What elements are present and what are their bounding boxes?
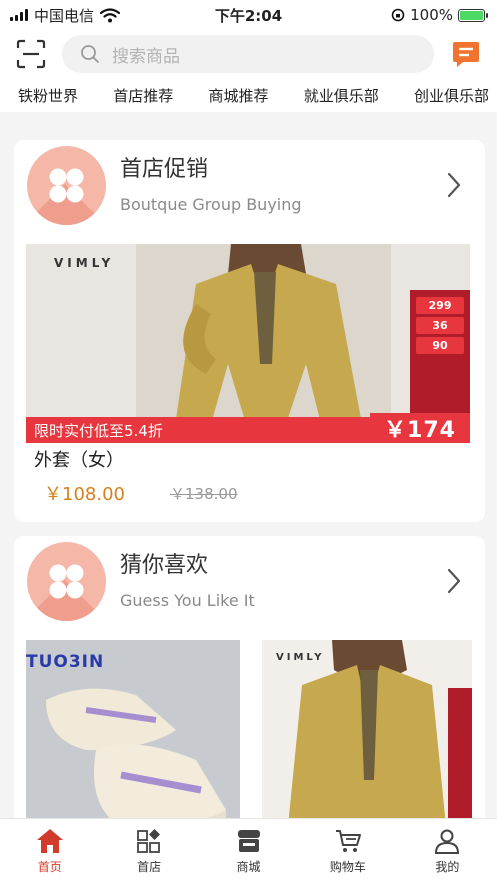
status-left: 中国电信 [10, 5, 170, 26]
tab-fans-world[interactable]: 铁粉世界 [18, 85, 78, 106]
profile-icon [435, 829, 460, 854]
promo-banner-image[interactable]: VIMLY 299 36 90 限时实付低至5.4折 ￥174 [26, 244, 470, 443]
recommend-item-sneakers[interactable]: TUO3IN [26, 640, 240, 836]
nav-store[interactable]: 首店 [99, 819, 198, 883]
category-tabs: 铁粉世界 首店推荐 商城推荐 就业俱乐部 创业俱乐部 [0, 78, 497, 112]
banner-price-panel: 299 36 90 [410, 290, 470, 420]
message-button[interactable] [434, 30, 497, 78]
nav-label: 我的 [435, 860, 460, 874]
banner-tag: 299 [416, 297, 464, 314]
app-screen: 中国电信 下午2:04 100% 搜索商品 铁粉世界 首店推荐 商城推荐 就业俱… [0, 0, 497, 883]
wifi-icon [100, 7, 121, 22]
status-bar: 中国电信 下午2:04 100% [0, 0, 497, 30]
section-title: 猜你喜欢 [120, 553, 209, 578]
tab-store-recommend[interactable]: 首店推荐 [113, 85, 173, 106]
orientation-lock-icon [391, 8, 405, 22]
nav-home[interactable]: 首页 [0, 819, 99, 883]
search-input[interactable]: 搜索商品 [62, 35, 434, 73]
banner-tag: 90 [416, 337, 464, 354]
chevron-right-icon[interactable] [447, 172, 461, 198]
message-icon [452, 42, 479, 67]
product-name[interactable]: 外套（女） [34, 446, 124, 472]
jacket-photo: VIMLY [276, 640, 472, 836]
nav-label: 首店 [137, 860, 162, 874]
bottom-nav: 首页 首店 商城 购物车 我的 [0, 818, 497, 883]
carrier-label: 中国电信 [34, 6, 95, 25]
product-price: ￥108.00 [44, 484, 125, 505]
home-icon [36, 829, 63, 853]
search-icon [81, 45, 99, 63]
section-subtitle: Guess You Like It [120, 591, 255, 610]
nav-label: 购物车 [329, 860, 366, 874]
nav-cart[interactable]: 购物车 [298, 819, 397, 883]
clover-logo-icon [27, 542, 106, 621]
signal-icon [10, 9, 28, 21]
tab-startup-club[interactable]: 创业俱乐部 [414, 85, 489, 106]
search-placeholder: 搜索商品 [112, 46, 180, 67]
clover-logo-icon [27, 146, 106, 225]
store-grid-icon [137, 829, 161, 853]
promo-section-header[interactable]: 首店促销 Boutque Group Buying [14, 140, 485, 240]
banner-sale-strip: 限时实付低至5.4折 ￥174 [26, 413, 470, 443]
scan-icon [16, 39, 46, 69]
sneaker-photo [46, 688, 226, 836]
banner-strip-text: 限时实付低至5.4折 [34, 421, 163, 440]
model-photo [136, 244, 391, 443]
svg-text:VIMLY: VIMLY [276, 652, 324, 663]
banner-brand: VIMLY [54, 256, 115, 270]
nav-profile[interactable]: 我的 [398, 819, 497, 883]
section-subtitle: Boutque Group Buying [120, 195, 302, 214]
status-right: 100% [391, 6, 488, 24]
nav-mall[interactable]: 商城 [199, 819, 298, 883]
guess-section-header[interactable]: 猜你喜欢 Guess You Like It [14, 536, 485, 636]
battery-fill [460, 10, 483, 20]
mall-icon [237, 830, 260, 852]
tab-mall-recommend[interactable]: 商城推荐 [208, 85, 268, 106]
top-header: 搜索商品 [0, 30, 497, 78]
section-title: 首店促销 [120, 157, 209, 182]
battery-icon [458, 8, 488, 22]
chevron-right-icon[interactable] [447, 568, 461, 594]
promo-section: 首店促销 Boutque Group Buying VIMLY 299 36 9… [14, 140, 485, 522]
guess-you-like-section: 猜你喜欢 Guess You Like It TUO3IN VIMLY [14, 536, 485, 836]
banner-price-tag: ￥174 [370, 413, 470, 443]
nav-label: 首页 [37, 860, 62, 874]
recommend-item-jacket[interactable]: VIMLY [262, 640, 472, 836]
scan-button[interactable] [0, 30, 62, 78]
product-original-price: ￥138.00 [170, 485, 238, 503]
tab-employment-club[interactable]: 就业俱乐部 [304, 85, 379, 106]
nav-label: 商城 [236, 860, 261, 874]
cart-icon [335, 830, 361, 852]
banner-tag: 36 [416, 317, 464, 334]
battery-percent: 100% [410, 6, 453, 24]
